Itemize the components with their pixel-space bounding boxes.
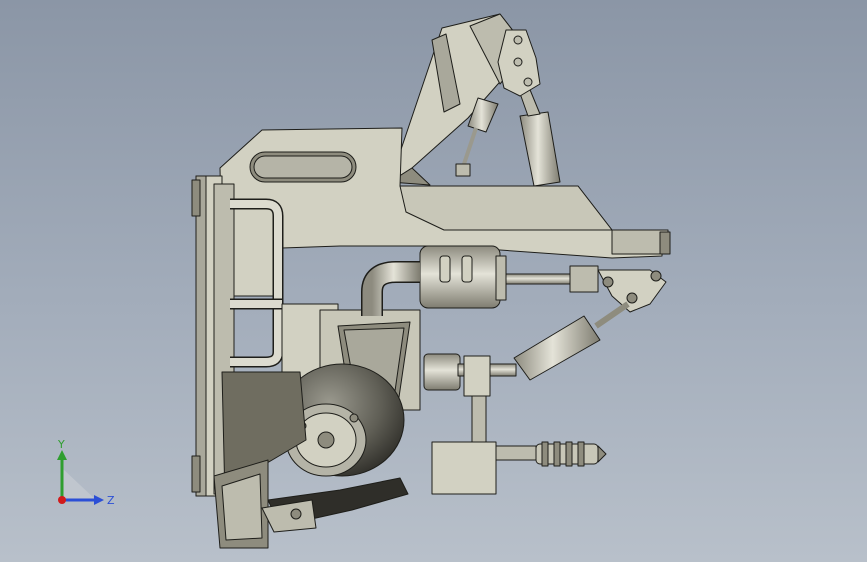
coordinate-triad: Y Z: [57, 438, 115, 507]
y-axis-label: Y: [57, 438, 65, 451]
gas-spring-upper[interactable]: [515, 79, 561, 187]
bottom-lever[interactable]: [261, 477, 409, 533]
mid-shaft[interactable]: [423, 353, 517, 453]
upper-linkage[interactable]: [497, 29, 541, 97]
valve-housing[interactable]: [419, 245, 507, 309]
origin-icon: [58, 496, 66, 504]
triad-plane: [62, 468, 96, 500]
horizontal-rod[interactable]: [505, 265, 667, 313]
z-axis-label: Z: [107, 494, 115, 507]
z-axis-arrow-icon: [94, 495, 104, 505]
gas-spring-lower[interactable]: [513, 301, 630, 381]
cad-viewport[interactable]: Y Z: [0, 0, 867, 562]
y-axis-arrow-icon: [57, 450, 67, 460]
elbow-pipe[interactable]: [361, 261, 420, 316]
assembly-model[interactable]: [0, 0, 867, 562]
